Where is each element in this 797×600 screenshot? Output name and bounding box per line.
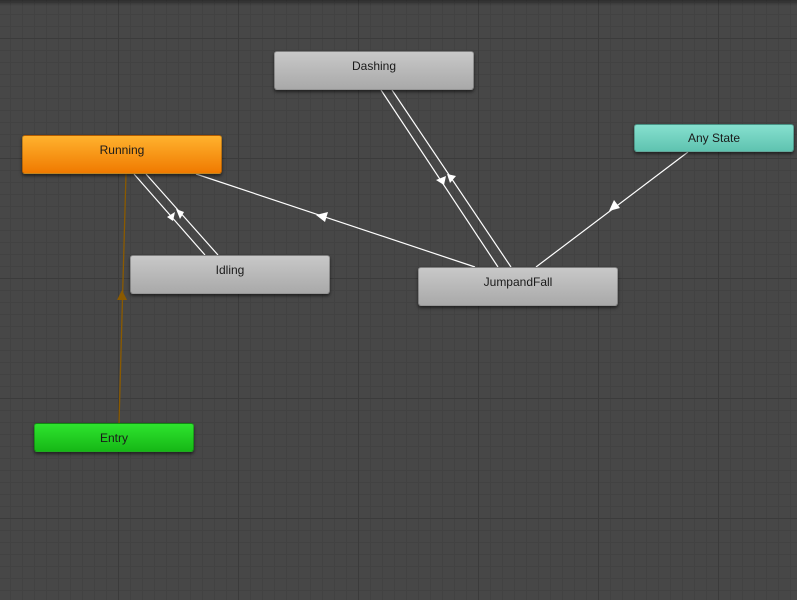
transition-entry-to-running[interactable]	[117, 173, 127, 424]
state-node-any-state[interactable]: Any State	[634, 124, 794, 152]
state-node-running[interactable]: Running	[22, 135, 222, 174]
state-label: Dashing	[351, 59, 397, 73]
transition-anystate-to-jumpandfall[interactable]	[535, 151, 689, 268]
transition-jumpandfall-to-dashing[interactable]	[391, 89, 512, 268]
state-node-entry[interactable]: Entry	[34, 423, 194, 452]
state-node-jumpandfall[interactable]: JumpandFall	[418, 267, 618, 306]
transition-idling-to-running[interactable]	[145, 173, 219, 256]
state-label: Any State	[687, 131, 741, 145]
state-label: Running	[99, 143, 145, 157]
state-node-dashing[interactable]: Dashing	[274, 51, 474, 90]
transition-dashing-to-jumpandfall[interactable]	[380, 89, 499, 268]
transition-jumpandfall-to-running[interactable]	[195, 173, 476, 268]
transition-running-to-idling[interactable]	[133, 173, 206, 256]
state-label: Entry	[99, 431, 128, 445]
state-label: JumpandFall	[483, 275, 553, 289]
state-node-idling[interactable]: Idling	[130, 255, 330, 294]
transition-layer	[117, 89, 689, 424]
state-label: Idling	[215, 263, 245, 277]
